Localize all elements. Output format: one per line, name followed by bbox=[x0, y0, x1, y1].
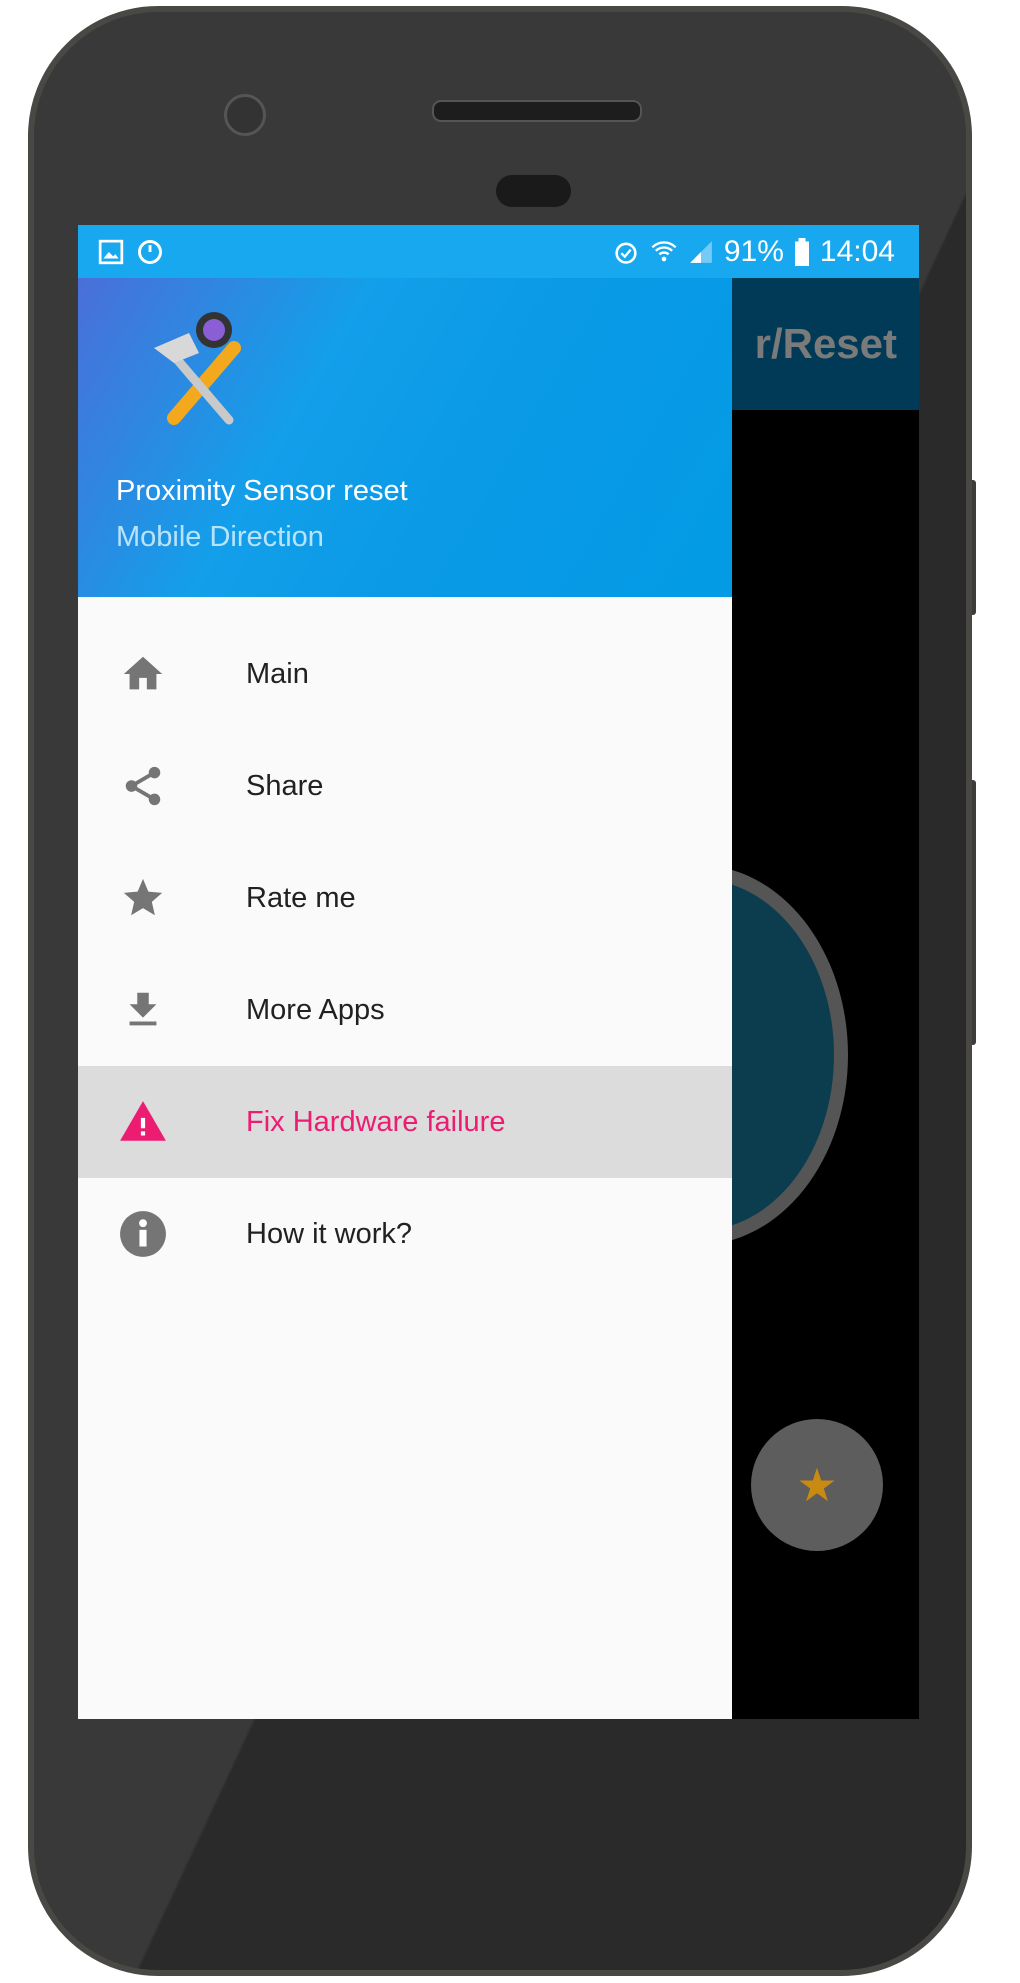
star-icon: ★ bbox=[796, 1459, 838, 1511]
screen: 91% 14:04 r/Reset ★ Proximity Sensor res… bbox=[78, 225, 919, 1719]
menu-item-more-apps[interactable]: More Apps bbox=[78, 954, 732, 1066]
menu-item-label: Fix Hardware failure bbox=[246, 1105, 506, 1138]
menu-item-fix-hardware-failure[interactable]: Fix Hardware failure bbox=[78, 1066, 732, 1178]
download-icon bbox=[118, 985, 168, 1035]
sync-icon bbox=[138, 239, 162, 264]
image-icon bbox=[98, 239, 124, 264]
status-bar: 91% 14:04 bbox=[78, 225, 919, 278]
home-icon bbox=[118, 649, 168, 699]
proximity-sensor bbox=[496, 175, 571, 207]
drawer-header: Proximity Sensor reset Mobile Direction bbox=[78, 278, 732, 597]
drawer-title: Proximity Sensor reset bbox=[116, 475, 408, 507]
battery-percent: 91% bbox=[723, 234, 784, 268]
app-logo bbox=[154, 312, 241, 425]
app-bar-title: r/Reset bbox=[732, 278, 919, 410]
alarm-icon bbox=[615, 242, 637, 264]
navigation-drawer: Proximity Sensor reset Mobile Direction … bbox=[78, 278, 732, 1719]
menu-item-label: More Apps bbox=[246, 993, 385, 1026]
earpiece-speaker bbox=[432, 100, 642, 122]
menu-item-label: How it work? bbox=[246, 1217, 412, 1250]
rate-fab[interactable]: ★ bbox=[751, 1419, 883, 1551]
info-icon bbox=[118, 1209, 168, 1259]
share-icon bbox=[118, 761, 168, 811]
clock: 14:04 bbox=[819, 234, 895, 268]
menu-item-share[interactable]: Share bbox=[78, 730, 732, 842]
wifi-icon bbox=[651, 240, 677, 261]
front-camera bbox=[224, 94, 266, 136]
warning-icon bbox=[118, 1097, 168, 1147]
signal-icon bbox=[690, 240, 712, 263]
drawer-menu: Main Share Rate me More Apps Fix Hardwar… bbox=[78, 618, 732, 1290]
menu-item-main[interactable]: Main bbox=[78, 618, 732, 730]
menu-item-rate-me[interactable]: Rate me bbox=[78, 842, 732, 954]
battery-icon bbox=[794, 237, 809, 266]
drawer-subtitle: Mobile Direction bbox=[116, 521, 324, 553]
star-icon bbox=[118, 873, 168, 923]
menu-item-label: Rate me bbox=[246, 881, 356, 914]
menu-item-how-it-work[interactable]: How it work? bbox=[78, 1178, 732, 1290]
menu-item-label: Share bbox=[246, 769, 324, 802]
menu-item-label: Main bbox=[246, 657, 309, 690]
